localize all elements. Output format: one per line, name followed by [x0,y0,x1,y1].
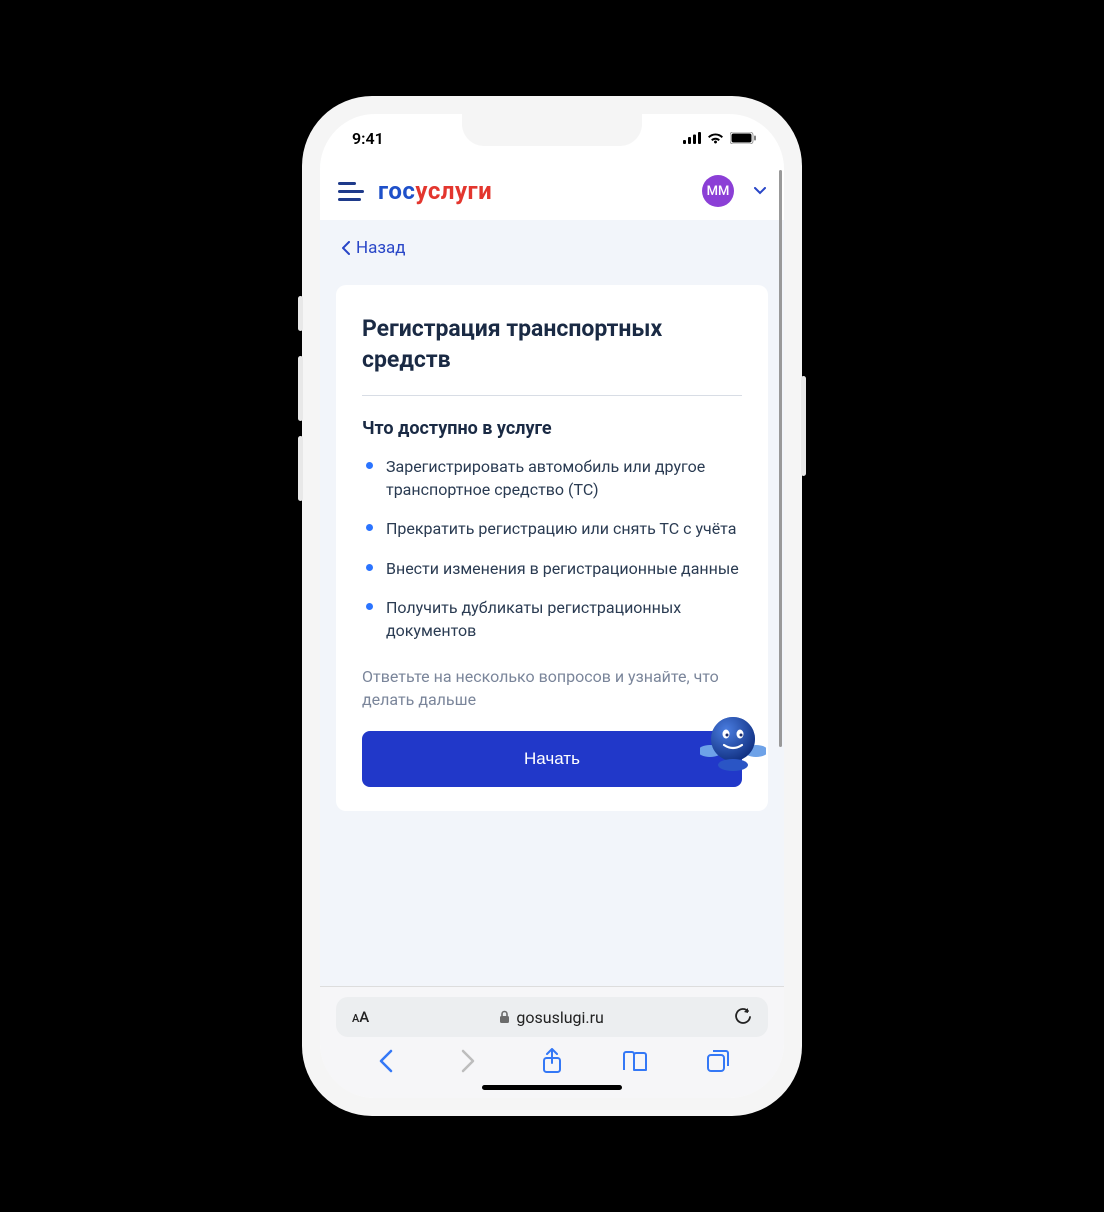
bullet-list: Зарегистрировать автомобиль или другое т… [362,455,742,642]
bookmarks-icon[interactable] [621,1047,649,1075]
status-icons [683,132,756,144]
url-bar[interactable]: AA gosuslugi.ru [336,997,768,1037]
menu-icon[interactable] [338,178,364,204]
list-item: Получить дубликаты регистрационных докум… [362,596,742,642]
side-button [298,356,303,421]
chevron-left-icon [342,241,350,255]
wifi-icon [707,132,724,144]
start-button[interactable]: Начать [362,731,742,787]
scrollbar[interactable] [779,170,782,747]
share-icon[interactable] [538,1047,566,1075]
list-item: Зарегистрировать автомобиль или другое т… [362,455,742,501]
tabs-icon[interactable] [704,1047,732,1075]
list-item: Внести изменения в регистрационные данны… [362,557,742,580]
side-button [298,436,303,501]
hint-text: Ответьте на несколько вопросов и узнайте… [362,666,742,711]
service-card: Регистрация транспортных средств Что дос… [336,285,768,811]
browser-toolbar [336,1037,768,1079]
reload-icon[interactable] [734,1008,752,1026]
avatar[interactable]: ММ [702,175,734,207]
back-row: Назад [320,220,784,277]
lock-icon [499,1010,510,1024]
screen: 9:41 госуслуги ММ [320,114,784,1098]
home-indicator[interactable] [482,1085,622,1090]
app-header: госуслуги ММ [320,162,784,220]
back-label: Назад [356,238,406,258]
nav-back-icon[interactable] [372,1047,400,1075]
nav-forward-icon [455,1047,483,1075]
logo-part2: услуги [415,177,492,205]
subheading: Что доступно в услуге [362,418,742,439]
content-area: госуслуги ММ Назад Регистрация транспорт… [320,162,784,1098]
logo[interactable]: госуслуги [378,177,492,205]
viewport[interactable]: госуслуги ММ Назад Регистрация транспорт… [320,162,784,986]
back-link[interactable]: Назад [342,238,406,258]
chevron-down-icon[interactable] [754,187,766,195]
notch [462,114,642,146]
assistant-bot-icon[interactable] [700,711,766,773]
battery-icon [730,132,756,144]
cellular-icon [683,132,701,144]
phone-frame: 9:41 госуслуги ММ [302,96,802,1116]
browser-chrome: AA gosuslugi.ru [320,986,784,1098]
divider [362,395,742,396]
logo-part1: гос [378,177,415,205]
side-button [801,376,806,476]
url-display: gosuslugi.ru [499,1008,604,1027]
status-time: 9:41 [352,129,384,148]
reader-mode-icon[interactable]: AA [352,1008,369,1026]
page-title: Регистрация транспортных средств [362,313,742,375]
side-button [298,296,303,331]
url-text: gosuslugi.ru [516,1008,604,1027]
list-item: Прекратить регистрацию или снять ТС с уч… [362,517,742,540]
